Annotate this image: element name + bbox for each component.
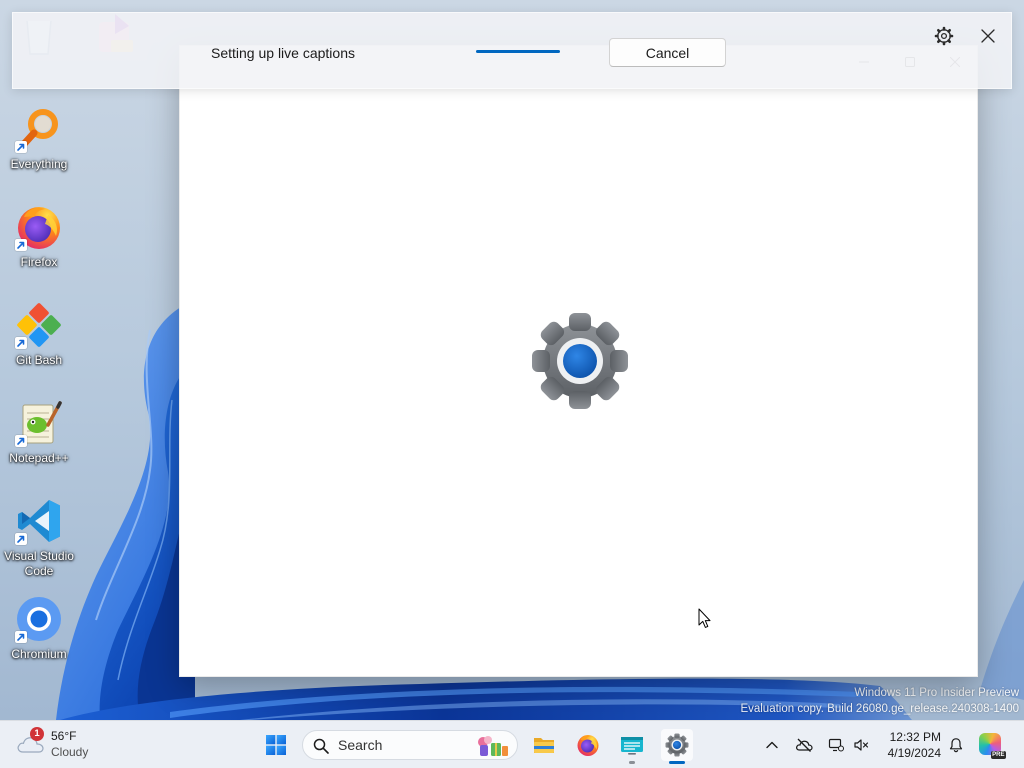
close-icon[interactable]: [981, 29, 995, 43]
evaluation-watermark: Windows 11 Pro Insider Preview Evaluatio…: [740, 685, 1019, 717]
taskbar-settings[interactable]: [661, 729, 693, 764]
file-explorer-icon: [534, 738, 554, 753]
clock-date: 4/19/2024: [887, 746, 941, 760]
chevron-up-icon[interactable]: [764, 737, 780, 753]
desktop-icon-chromium[interactable]: Chromium: [1, 593, 77, 687]
active-indicator: [669, 761, 685, 764]
shortcut-arrow-icon: [15, 435, 27, 447]
desktop-icon-label: Git Bash: [15, 353, 63, 367]
search-icon: [313, 738, 329, 754]
firefox-icon: [576, 733, 600, 757]
running-indicator: [629, 761, 635, 764]
desktop-icon-git-bash[interactable]: Git Bash: [1, 299, 77, 393]
captions-status-text: Setting up live captions: [211, 45, 355, 61]
taskbar-app-window[interactable]: [616, 729, 648, 764]
clock-time: 12:32 PM: [889, 730, 941, 744]
cancel-button[interactable]: Cancel: [609, 38, 726, 67]
taskbar-file-explorer[interactable]: [528, 729, 560, 761]
watermark-line-2: Evaluation copy. Build 26080.ge_release.…: [740, 703, 1019, 715]
settings-window[interactable]: [179, 45, 978, 677]
weather-condition: Cloudy: [51, 745, 89, 759]
taskbar: 1 56°F Cloudy Search 12:32 PM 4/19/2024 …: [0, 720, 1024, 768]
gear-icon[interactable]: [934, 26, 954, 46]
desktop-icon-label: Firefox: [20, 255, 58, 269]
desktop-icon-label: Visual Studio Code: [4, 549, 74, 578]
app-window-icon: [621, 737, 643, 755]
display-icon[interactable]: [828, 737, 844, 753]
shortcut-arrow-icon: [15, 337, 27, 349]
taskbar-firefox[interactable]: [572, 729, 604, 761]
desktop-icon-firefox[interactable]: Firefox: [1, 201, 77, 295]
search-box[interactable]: Search: [302, 730, 518, 760]
bell-icon[interactable]: [948, 737, 964, 753]
shortcut-arrow-icon: [15, 141, 27, 153]
desktop-screen: Everything Firefox Git Bash Notepad++ Vi…: [0, 0, 1024, 768]
desktop-icon-label: Chromium: [11, 647, 67, 661]
weather-temperature: 56°F: [51, 729, 77, 743]
shortcut-arrow-icon: [15, 239, 27, 251]
shortcut-arrow-icon: [15, 631, 27, 643]
settings-gear-icon: [530, 311, 630, 411]
captions-progress-bar: [476, 50, 560, 53]
mouse-cursor: [698, 608, 711, 628]
search-placeholder: Search: [338, 737, 383, 753]
weather-badge: 1: [30, 727, 44, 741]
desktop-icon-notepad-plus-plus[interactable]: Notepad++: [1, 397, 77, 491]
desktop-icon-label: Everything: [10, 157, 68, 171]
copilot-button[interactable]: PRE: [979, 733, 1006, 759]
live-captions-bar: Setting up live captions Cancel: [12, 12, 1012, 89]
settings-icon: [665, 733, 689, 757]
desktop-icon-label: Notepad++: [9, 451, 69, 465]
onedrive-offline-icon[interactable]: [795, 737, 813, 753]
shortcut-arrow-icon: [15, 533, 27, 545]
search-highlight-icon[interactable]: [475, 734, 509, 758]
windows-start-icon[interactable]: [266, 735, 286, 755]
desktop-icon-vscode[interactable]: Visual Studio Code: [1, 495, 77, 589]
taskbar-clock[interactable]: 12:32 PM 4/19/2024: [866, 729, 941, 761]
watermark-line-1: Windows 11 Pro Insider Preview: [854, 687, 1019, 699]
copilot-preview-badge: PRE: [990, 751, 1006, 759]
desktop-icon-everything[interactable]: Everything: [1, 103, 77, 197]
